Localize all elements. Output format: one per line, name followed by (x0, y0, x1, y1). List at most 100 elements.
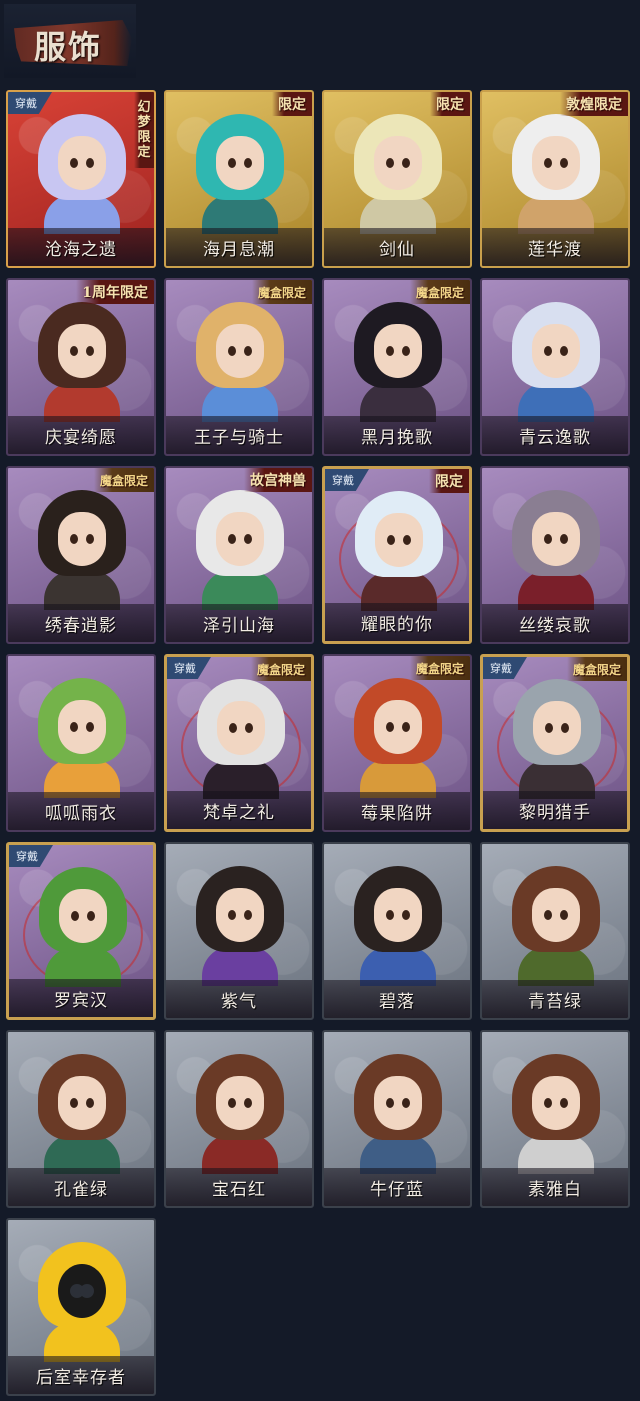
costume-name-bar: 王子与骑士 (166, 416, 312, 454)
costume-card[interactable]: 青云逸歌 (480, 278, 630, 456)
costume-card[interactable]: 限定 穿戴 耀眼的你 (322, 466, 472, 644)
costume-card[interactable]: 魔盒限定 莓果陷阱 (322, 654, 472, 832)
portrait-eye (386, 346, 394, 356)
costume-card[interactable]: 牛仔蓝 (322, 1030, 472, 1208)
costume-name-bar: 莓果陷阱 (324, 792, 470, 830)
costume-card[interactable]: 丝缕哀歌 (480, 466, 630, 644)
character-portrait (38, 1242, 126, 1362)
costume-name: 黎明猎手 (519, 802, 591, 823)
costume-name: 庆宴绮愿 (45, 427, 117, 448)
costume-name: 碧落 (379, 991, 415, 1012)
portrait-face (374, 324, 422, 378)
costume-card[interactable]: 魔盒限定 穿戴 梵卓之礼 (164, 654, 314, 832)
limited-tag: 敦煌限定 (560, 92, 628, 116)
portrait-eye (386, 910, 394, 920)
costume-card[interactable]: 宝石红 (164, 1030, 314, 1208)
portrait-face (216, 1076, 264, 1130)
portrait-eye (561, 723, 569, 733)
costume-name: 王子与骑士 (194, 427, 284, 448)
character-portrait (354, 114, 442, 234)
costume-card[interactable]: 故宫神兽 泽引山海 (164, 466, 314, 644)
costume-name-bar: 绣春逍影 (8, 604, 154, 642)
limited-tag: 魔盒限定 (409, 280, 470, 304)
portrait-eye (245, 723, 253, 733)
portrait-eye (402, 910, 410, 920)
costume-name: 素雅白 (528, 1179, 582, 1200)
costume-name-bar: 剑仙 (324, 228, 470, 266)
costume-card[interactable]: 限定 剑仙 (322, 90, 472, 268)
costume-name-bar: 紫气 (166, 980, 312, 1018)
portrait-face (216, 136, 264, 190)
portrait-eye (228, 910, 236, 920)
portrait-face (58, 136, 106, 190)
portrait-face (532, 512, 580, 566)
character-portrait (38, 678, 126, 798)
portrait-eye (544, 534, 552, 544)
costume-card[interactable]: 后室幸存者 (6, 1218, 156, 1396)
portrait-eye (228, 346, 236, 356)
portrait-eye (386, 1098, 394, 1108)
limited-tag: 魔盒限定 (566, 657, 627, 681)
portrait-face (374, 1076, 422, 1130)
portrait-eye (560, 1098, 568, 1108)
costume-name: 孔雀绿 (54, 1179, 108, 1200)
costume-card[interactable]: 魔盒限定 黑月挽歌 (322, 278, 472, 456)
portrait-eye (403, 535, 411, 545)
portrait-face (374, 888, 422, 942)
costume-name: 莲华渡 (528, 239, 582, 260)
portrait-face (217, 701, 265, 755)
costume-card[interactable]: 魔盒限定 王子与骑士 (164, 278, 314, 456)
portrait-eye (86, 534, 94, 544)
portrait-eye (86, 346, 94, 356)
portrait-eye (86, 158, 94, 168)
portrait-eye (70, 534, 78, 544)
portrait-eye (560, 346, 568, 356)
limited-tag: 幻梦限定 (134, 92, 154, 168)
portrait-face (532, 1076, 580, 1130)
costume-card[interactable]: 紫气 (164, 842, 314, 1020)
portrait-eye (402, 158, 410, 168)
costume-name: 紫气 (221, 991, 257, 1012)
portrait-face (58, 324, 106, 378)
costume-card[interactable]: 1周年限定 庆宴绮愿 (6, 278, 156, 456)
costume-card[interactable]: 青苔绿 (480, 842, 630, 1020)
character-portrait (196, 114, 284, 234)
character-portrait (354, 1054, 442, 1174)
portrait-eye (402, 722, 410, 732)
costume-name-bar: 梵卓之礼 (167, 791, 311, 829)
limited-tag: 魔盒限定 (250, 657, 311, 681)
limited-tag: 限定 (272, 92, 312, 116)
costume-name-bar: 庆宴绮愿 (8, 416, 154, 454)
limited-tag: 魔盒限定 (93, 468, 154, 492)
portrait-eye (560, 910, 568, 920)
portrait-face (375, 513, 423, 567)
costume-card[interactable]: 魔盒限定绣春逍影 (6, 466, 156, 644)
costume-card[interactable]: 限定 海月息潮 (164, 90, 314, 268)
costume-name: 绣春逍影 (45, 615, 117, 636)
costume-card[interactable]: 呱呱雨衣 (6, 654, 156, 832)
portrait-face (58, 512, 106, 566)
costume-name: 耀眼的你 (361, 614, 433, 635)
portrait-eye (87, 911, 95, 921)
costume-name: 泽引山海 (203, 615, 275, 636)
costume-card[interactable]: 穿戴 罗宾汉 (6, 842, 156, 1020)
portrait-eye (544, 1098, 552, 1108)
costume-card[interactable]: 敦煌限定莲华渡 (480, 90, 630, 268)
costume-name-bar: 孔雀绿 (8, 1168, 154, 1206)
costume-card[interactable]: 孔雀绿 (6, 1030, 156, 1208)
costume-card[interactable]: 魔盒限定 穿戴 黎明猎手 (480, 654, 630, 832)
character-portrait (196, 1054, 284, 1174)
costume-name: 牛仔蓝 (370, 1179, 424, 1200)
costume-card[interactable]: 幻梦限定 穿戴 沧海之遗 (6, 90, 156, 268)
costume-card[interactable]: 素雅白 (480, 1030, 630, 1208)
costume-name: 青云逸歌 (519, 427, 591, 448)
costume-name-bar: 丝缕哀歌 (482, 604, 628, 642)
costume-name: 莓果陷阱 (361, 803, 433, 824)
costume-name: 梵卓之礼 (203, 802, 275, 823)
character-portrait (196, 866, 284, 986)
portrait-eye (544, 346, 552, 356)
costume-name-bar: 呱呱雨衣 (8, 792, 154, 830)
portrait-eye (86, 1098, 94, 1108)
costume-card[interactable]: 碧落 (322, 842, 472, 1020)
costume-name-bar: 耀眼的你 (325, 603, 469, 641)
